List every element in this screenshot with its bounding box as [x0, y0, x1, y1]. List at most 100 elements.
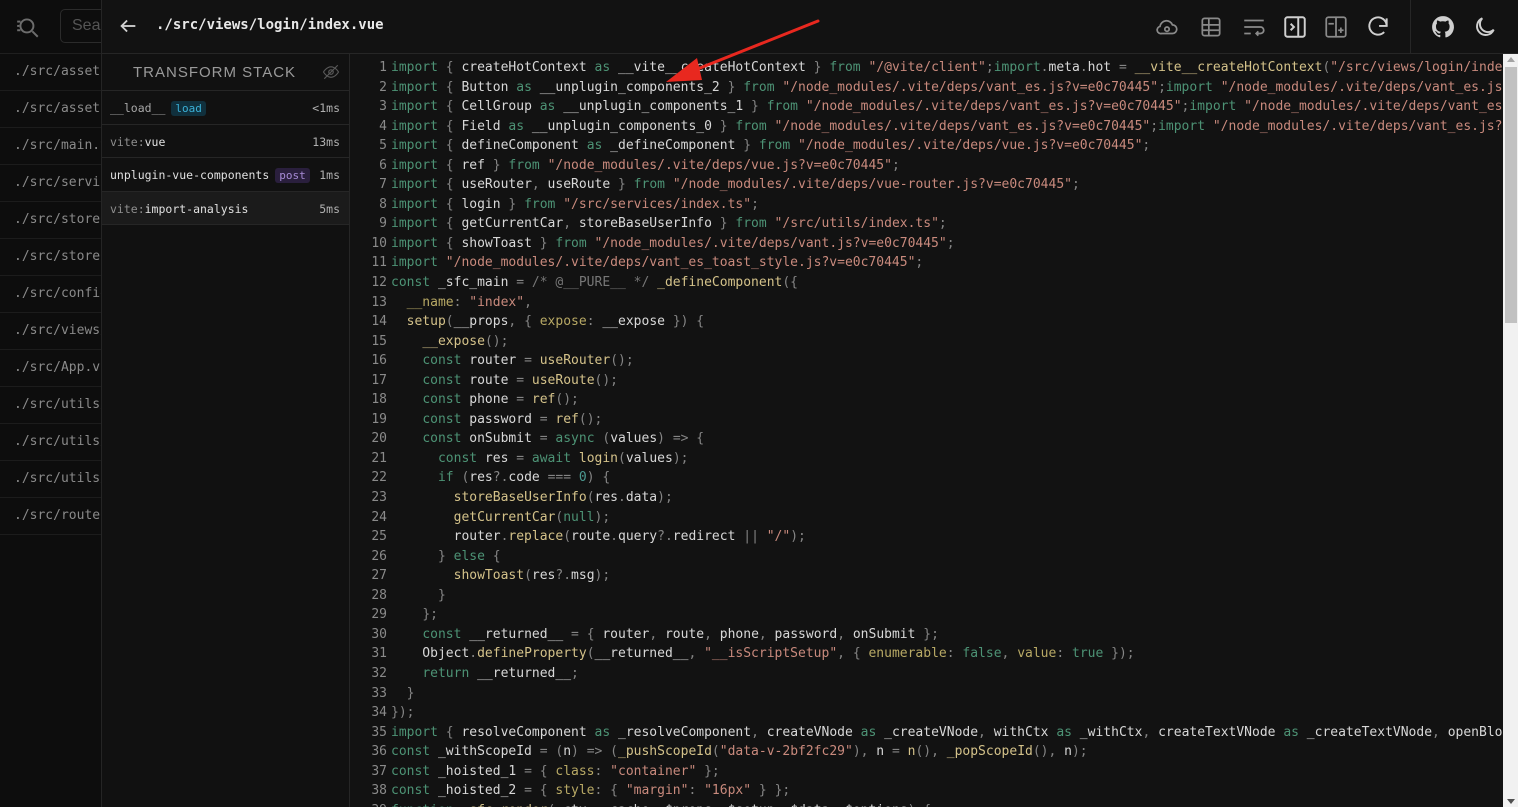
code-line: import { defineComponent as _defineCompo…	[391, 138, 1151, 154]
panel-header: ./src/views/login/index.vue	[102, 0, 1518, 54]
eye-off-icon[interactable]	[322, 64, 340, 80]
module-list-item[interactable]: ./src/services/	[0, 165, 101, 202]
transform-stack-sidebar: TRANSFORM STACK __load__ load <1ms vite:vue…	[102, 54, 350, 807]
code-line: return __returned__;	[422, 665, 579, 681]
module-list-item[interactable]: ./src/utils/	[0, 424, 101, 461]
file-path-title: ./src/views/login/index.vue	[156, 17, 384, 33]
transform-duration: 13ms	[312, 134, 340, 149]
code-line: });	[391, 705, 415, 721]
module-list-item[interactable]: ./src/views/	[0, 313, 101, 350]
vertical-scrollbar[interactable]	[1503, 54, 1518, 807]
transform-duration: 5ms	[319, 201, 340, 216]
line-number: 22	[371, 470, 387, 486]
plugin-order-badge: post	[275, 168, 310, 183]
module-list-item[interactable]: ./src/main.ts	[0, 128, 101, 165]
header-divider	[1410, 0, 1411, 54]
module-list-item[interactable]: ./src/utils/	[0, 387, 101, 424]
grid-icon[interactable]	[1198, 14, 1224, 40]
scrollbar-thumb[interactable]	[1505, 67, 1517, 323]
module-list-item[interactable]: ./src/utils/	[0, 461, 101, 498]
module-list-item[interactable]: ./src/assets/	[0, 91, 101, 128]
code-line: if (res?.code === 0) {	[437, 470, 611, 486]
line-number: 35	[371, 724, 387, 740]
code-line: import { CellGroup as __unplugin_compone…	[391, 99, 1503, 115]
split-view-icon[interactable]	[1282, 14, 1308, 40]
line-number-gutter: 1 2 3 4 5 6 7 8 9 10 11 12 13 14 15 16 17 18 19 20 21 22 23 24 2…	[351, 58, 387, 807]
scroll-down-arrow-icon[interactable]	[1507, 799, 1515, 804]
code-line: import { resolveComponent as _resolveCom…	[391, 724, 1503, 740]
code-line: const _hoisted_2 = { style: { "margin": …	[391, 783, 791, 799]
line-number: 39	[351, 801, 387, 807]
line-number: 15	[371, 333, 387, 349]
line-number: 6	[379, 157, 387, 173]
code-line: import { ref } from "/node_modules/.vite…	[391, 157, 900, 173]
line-number: 32	[371, 665, 387, 681]
code-line: function _sfc_render(_ctx, _cache, $prop…	[391, 801, 1503, 807]
code-line: const onSubmit = async (values) => {	[422, 431, 705, 447]
code-line: }	[406, 685, 415, 701]
code-line: import { showToast } from "/node_modules…	[391, 235, 955, 251]
module-list-item[interactable]: ./src/App.vue	[0, 350, 101, 387]
line-number: 24	[371, 509, 387, 525]
module-list-item[interactable]: ./src/stores/	[0, 202, 101, 239]
search-list-icon[interactable]	[15, 14, 41, 40]
plugin-order-badge: load	[171, 101, 206, 116]
line-number: 9	[379, 216, 387, 232]
code-line: showToast(res?.msg);	[453, 568, 611, 584]
transform-stack-item[interactable]: __load__ load <1ms	[102, 91, 349, 125]
transform-stack-title: TRANSFORM STACK	[102, 54, 349, 91]
plugin-name: vue	[144, 134, 166, 149]
line-number: 31	[371, 646, 387, 662]
code-line: import { useRouter, useRoute } from "/no…	[391, 177, 1080, 193]
plugin-name: import-analysis	[144, 201, 249, 216]
line-number: 2	[379, 79, 387, 95]
line-number: 5	[379, 138, 387, 154]
module-list-item[interactable]: ./src/assets/	[0, 54, 101, 91]
transform-inspector-panel: ./src/views/login/index.vue TRANSFORM ST…	[101, 0, 1518, 807]
line-number: 14	[371, 314, 387, 330]
line-number: 8	[379, 196, 387, 212]
code-line: const router = useRouter();	[422, 353, 634, 369]
transform-stack-item[interactable]: vite:import-analysis 5ms	[102, 191, 349, 225]
code-line: import { login } from "/src/services/ind…	[391, 196, 759, 212]
line-number: 20	[371, 431, 387, 447]
line-number: 12	[371, 275, 387, 291]
refresh-icon[interactable]	[1365, 14, 1391, 40]
code-line: const phone = ref();	[422, 392, 579, 408]
code-line: import { createHotContext as __vite__cre…	[391, 60, 1503, 75]
code-line: const _withScopeId = (n) => (_pushScopeI…	[391, 744, 1088, 760]
line-number: 25	[371, 529, 387, 545]
transform-stack-item[interactable]: unplugin-vue-components post 1ms	[102, 158, 349, 192]
line-number: 26	[371, 548, 387, 564]
code-line: }	[437, 587, 446, 603]
scroll-up-arrow-icon[interactable]	[1507, 57, 1515, 62]
code-line: storeBaseUserInfo(res.data);	[453, 490, 673, 506]
code-content: import { createHotContext as __vite__cre…	[391, 58, 1503, 807]
line-number: 19	[371, 411, 387, 427]
github-icon[interactable]	[1430, 14, 1456, 40]
line-number: 34	[371, 705, 387, 721]
cloud-icon[interactable]	[1154, 14, 1180, 40]
module-list-item[interactable]: ./src/router/	[0, 498, 101, 535]
transform-stack-list: __load__ load <1ms vite:vue 13ms unplugin-vue…	[102, 91, 349, 225]
diff-icon[interactable]	[1323, 14, 1349, 40]
module-list-item[interactable]: ./src/config/	[0, 276, 101, 313]
code-line: router.replace(route.query?.redirect || …	[391, 529, 806, 545]
module-list-item[interactable]: ./src/stores/	[0, 239, 101, 276]
code-line: const res = await login(values);	[437, 450, 689, 466]
line-number: 37	[371, 763, 387, 779]
line-number: 33	[371, 685, 387, 701]
line-number: 28	[371, 587, 387, 603]
code-viewer[interactable]: 1 2 3 4 5 6 7 8 9 10 11 12 13 14 15 16 17 18 19 20 21 22 23 24 2…	[351, 54, 1503, 807]
line-number: 21	[371, 450, 387, 466]
moon-icon[interactable]	[1472, 14, 1498, 40]
line-number: 4	[379, 118, 387, 134]
code-line: Object.defineProperty(__returned__, "__i…	[391, 646, 1135, 662]
transform-duration: 1ms	[319, 168, 340, 182]
line-number: 11	[371, 255, 387, 271]
code-line: __expose();	[422, 333, 509, 349]
transform-stack-item[interactable]: vite:vue 13ms	[102, 125, 349, 158]
plugin-prefix: vite:	[110, 134, 145, 149]
wrap-lines-icon[interactable]	[1241, 14, 1267, 40]
back-arrow-icon[interactable]	[117, 15, 139, 37]
